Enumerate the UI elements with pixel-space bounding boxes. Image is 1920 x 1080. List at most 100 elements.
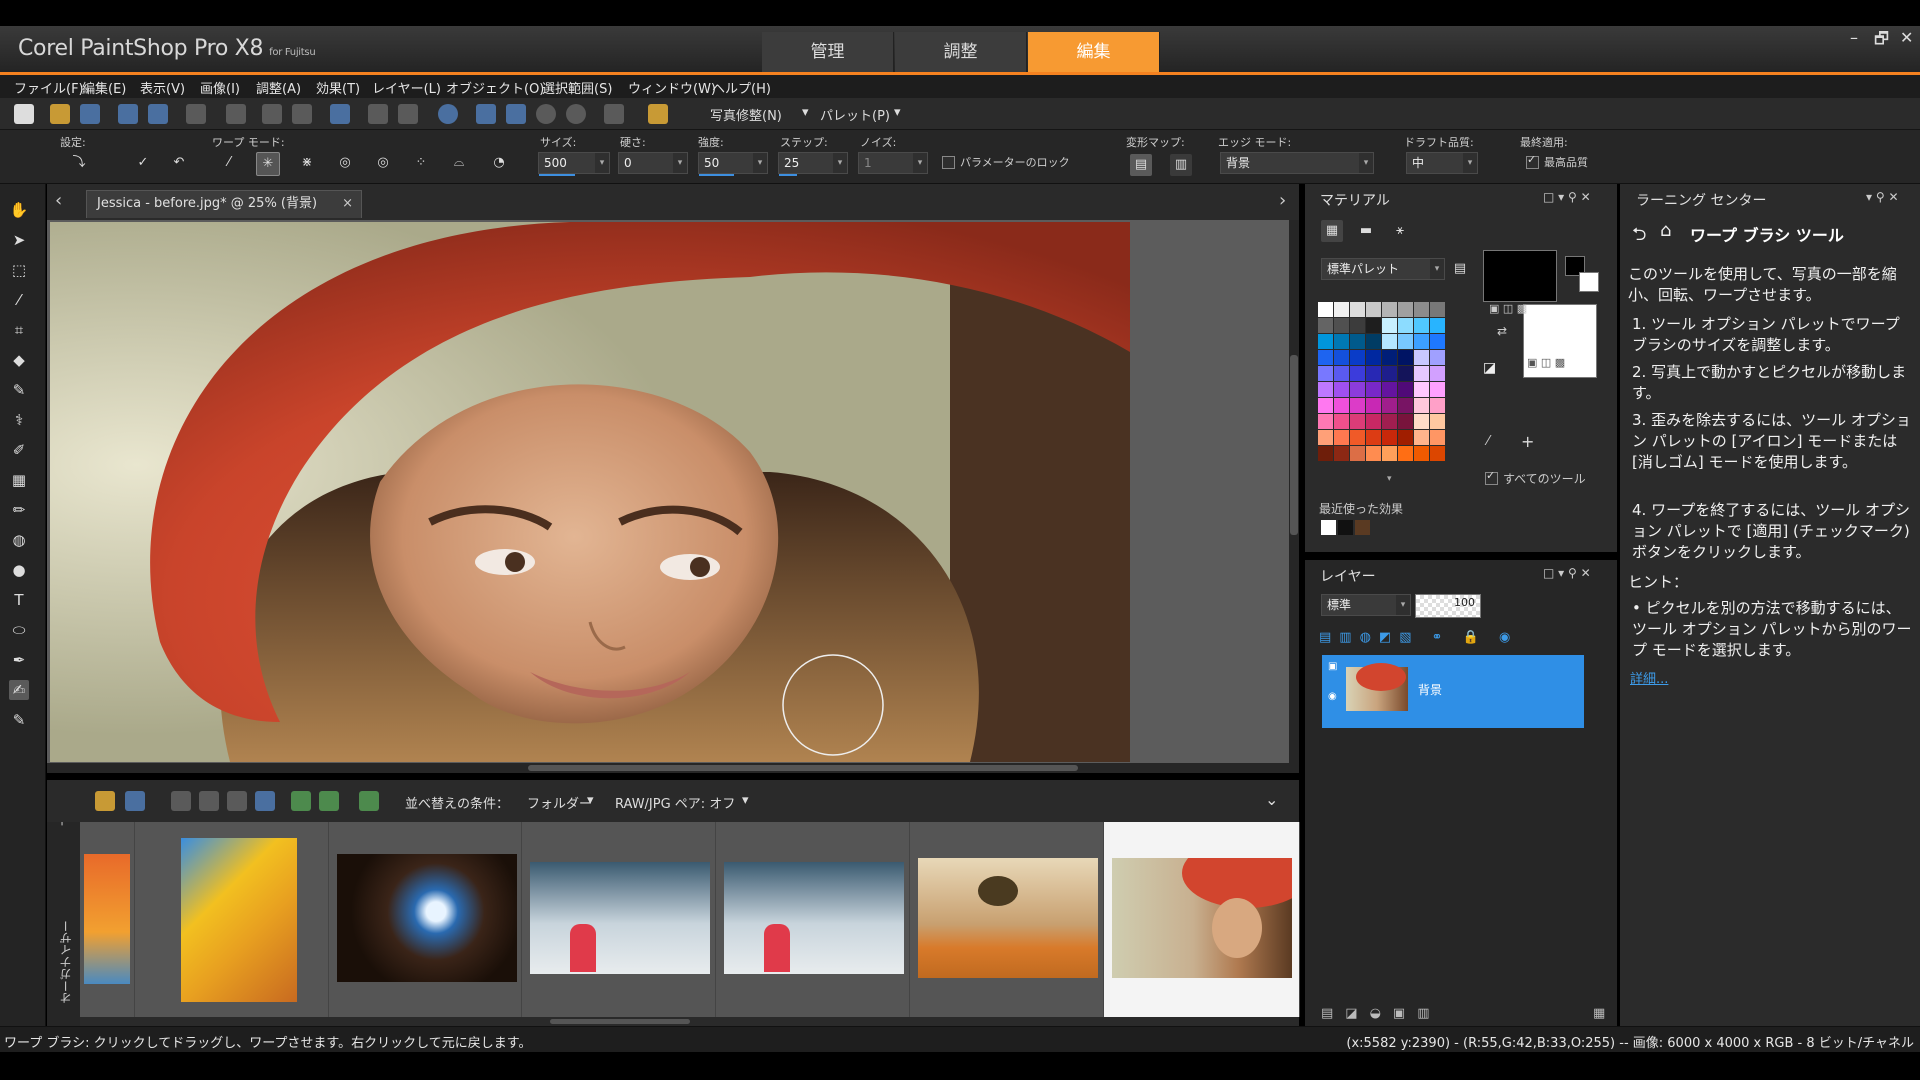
color-swatch[interactable] — [1430, 334, 1445, 349]
photo-canvas[interactable] — [50, 222, 1130, 762]
color-swatch[interactable] — [1350, 430, 1365, 445]
color-swatch[interactable] — [1414, 318, 1429, 333]
organizer-compare-icon[interactable] — [255, 791, 275, 811]
recent-swatch[interactable] — [1338, 520, 1353, 535]
layers-panel-controls[interactable]: □ ▾ ⚲ ✕ — [1543, 566, 1591, 580]
menu-edit[interactable]: 編集(E) — [82, 78, 126, 97]
reset-icon[interactable]: ↶ — [168, 152, 190, 174]
color-swatch[interactable] — [1382, 302, 1397, 317]
color-swatch[interactable] — [1414, 446, 1429, 461]
resize-icon[interactable] — [330, 104, 350, 124]
warp-twirl-right-icon[interactable]: ◎ — [334, 152, 356, 174]
warp-brush-tool-icon[interactable]: ✍ — [9, 680, 29, 700]
hardness-field[interactable]: 0 ▾ — [618, 152, 688, 174]
color-swatch[interactable] — [1430, 366, 1445, 381]
thumbnail-cell-selected[interactable] — [1104, 822, 1300, 1017]
size-dropdown-icon[interactable]: ▾ — [595, 153, 609, 173]
actual-size-icon[interactable] — [604, 104, 624, 124]
color-swatch[interactable] — [1398, 414, 1413, 429]
color-swatch[interactable] — [1430, 398, 1445, 413]
preset-icon[interactable]: ⤵ — [68, 152, 90, 174]
tab-adjust[interactable]: 調整 — [895, 32, 1027, 72]
learning-panel-controls[interactable]: ▾ ⚲ ✕ — [1866, 190, 1899, 204]
color-swatch[interactable] — [1398, 382, 1413, 397]
strength-dropdown-icon[interactable]: ▾ — [753, 153, 767, 173]
organizer-share-icon[interactable] — [227, 791, 247, 811]
color-swatch[interactable] — [1318, 334, 1333, 349]
raw-jpg-dropdown-icon[interactable]: ▾ — [742, 793, 749, 808]
warp-twirl-left-icon[interactable]: ◎ — [372, 152, 394, 174]
organizer-list-icon[interactable] — [125, 791, 145, 811]
pen-tool-icon[interactable]: ✒ — [9, 650, 29, 670]
color-swatch[interactable] — [1382, 398, 1397, 413]
draft-quality-dropdown-icon[interactable]: ▾ — [1463, 153, 1477, 173]
color-swatch[interactable] — [1350, 318, 1365, 333]
new-file-icon[interactable] — [14, 104, 34, 124]
color-swatch[interactable] — [1398, 430, 1413, 445]
add-swatch-icon[interactable]: + — [1521, 432, 1534, 451]
clone-tool-icon[interactable]: ▦ — [9, 470, 29, 490]
color-swatch[interactable] — [1350, 382, 1365, 397]
color-swatch[interactable] — [1414, 382, 1429, 397]
doc-nav-right-icon[interactable]: › — [1279, 190, 1286, 211]
restore-button[interactable]: 🗗 — [1874, 28, 1889, 55]
thumbnail-cell[interactable] — [80, 822, 135, 1017]
thumbnail-cell[interactable] — [135, 822, 329, 1017]
load-map-icon[interactable]: ▤ — [1130, 154, 1152, 176]
color-swatch[interactable] — [1382, 430, 1397, 445]
draft-quality-select[interactable]: 中 ▾ — [1406, 152, 1478, 174]
organizer-smart-fix-icon[interactable] — [359, 791, 379, 811]
save-as-icon[interactable] — [148, 104, 168, 124]
menu-help[interactable]: ヘルプ(H) — [712, 78, 771, 97]
selection-tool-icon[interactable]: ⬚ — [9, 260, 29, 280]
layer-tools-icons[interactable]: ▤▥◍◩▧ ⚭ 🔒 ◉ — [1319, 630, 1518, 645]
color-swatch[interactable] — [1334, 446, 1349, 461]
sort-select[interactable]: フォルダー — [527, 793, 592, 812]
doc-nav-left-icon[interactable]: ‹ — [55, 190, 62, 211]
fg-style-icons[interactable]: ▣ ◫ ▩ — [1489, 302, 1527, 315]
color-swatch[interactable] — [1398, 318, 1413, 333]
sort-dropdown-icon[interactable]: ▾ — [587, 793, 594, 808]
step-field[interactable]: 25 ▾ — [778, 152, 848, 176]
color-swatch[interactable] — [1366, 334, 1381, 349]
color-swatch[interactable] — [1334, 430, 1349, 445]
share-icon[interactable] — [186, 104, 206, 124]
color-swatch[interactable] — [1398, 398, 1413, 413]
save-map-icon[interactable]: ▥ — [1170, 154, 1192, 176]
palette-options-icon[interactable]: ▤ — [1451, 258, 1469, 276]
document-tab-close-icon[interactable]: × — [342, 191, 353, 217]
color-swatch[interactable] — [1318, 350, 1333, 365]
warp-iron-icon[interactable]: ⌓ — [448, 152, 470, 174]
color-swatch[interactable] — [1430, 430, 1445, 445]
swap-colors-icon[interactable]: ⇄ — [1497, 324, 1507, 338]
layer-visibility-icon[interactable]: ◉ — [1328, 691, 1337, 702]
paste-icon[interactable] — [648, 104, 668, 124]
color-swatch[interactable] — [1398, 334, 1413, 349]
thumbnail-cell[interactable] — [910, 822, 1104, 1017]
color-swatch[interactable] — [1366, 430, 1381, 445]
color-swatch[interactable] — [1350, 446, 1365, 461]
palette-select-dropdown-icon[interactable]: ▾ — [1430, 259, 1444, 279]
red-eye-tool-icon[interactable]: ✎ — [9, 380, 29, 400]
color-swatch[interactable] — [1334, 398, 1349, 413]
bg-style-icons[interactable]: ▣ ◫ ▩ — [1527, 356, 1565, 369]
color-swatch[interactable] — [1350, 398, 1365, 413]
color-swatch[interactable] — [1382, 366, 1397, 381]
background-mini-swatch[interactable] — [1579, 272, 1599, 292]
size-field[interactable]: 500 ▾ — [538, 152, 610, 176]
palette-select[interactable]: 標準パレット ▾ — [1321, 258, 1445, 280]
organizer-view-icon[interactable] — [95, 791, 115, 811]
color-swatch[interactable] — [1318, 414, 1333, 429]
thumbnail-cell[interactable] — [329, 822, 522, 1017]
color-swatch[interactable] — [1414, 302, 1429, 317]
color-swatch[interactable] — [1414, 398, 1429, 413]
color-swatch[interactable] — [1414, 334, 1429, 349]
color-swatch[interactable] — [1430, 414, 1445, 429]
paint-brush-tool-icon[interactable]: ✐ — [9, 440, 29, 460]
color-swatch[interactable] — [1334, 318, 1349, 333]
thumbnail-cell[interactable] — [522, 822, 716, 1017]
text-tool-icon[interactable]: T — [9, 590, 29, 610]
scan-icon[interactable] — [80, 104, 100, 124]
color-swatch[interactable] — [1382, 350, 1397, 365]
color-changer-tool-icon[interactable]: ● — [9, 560, 29, 580]
